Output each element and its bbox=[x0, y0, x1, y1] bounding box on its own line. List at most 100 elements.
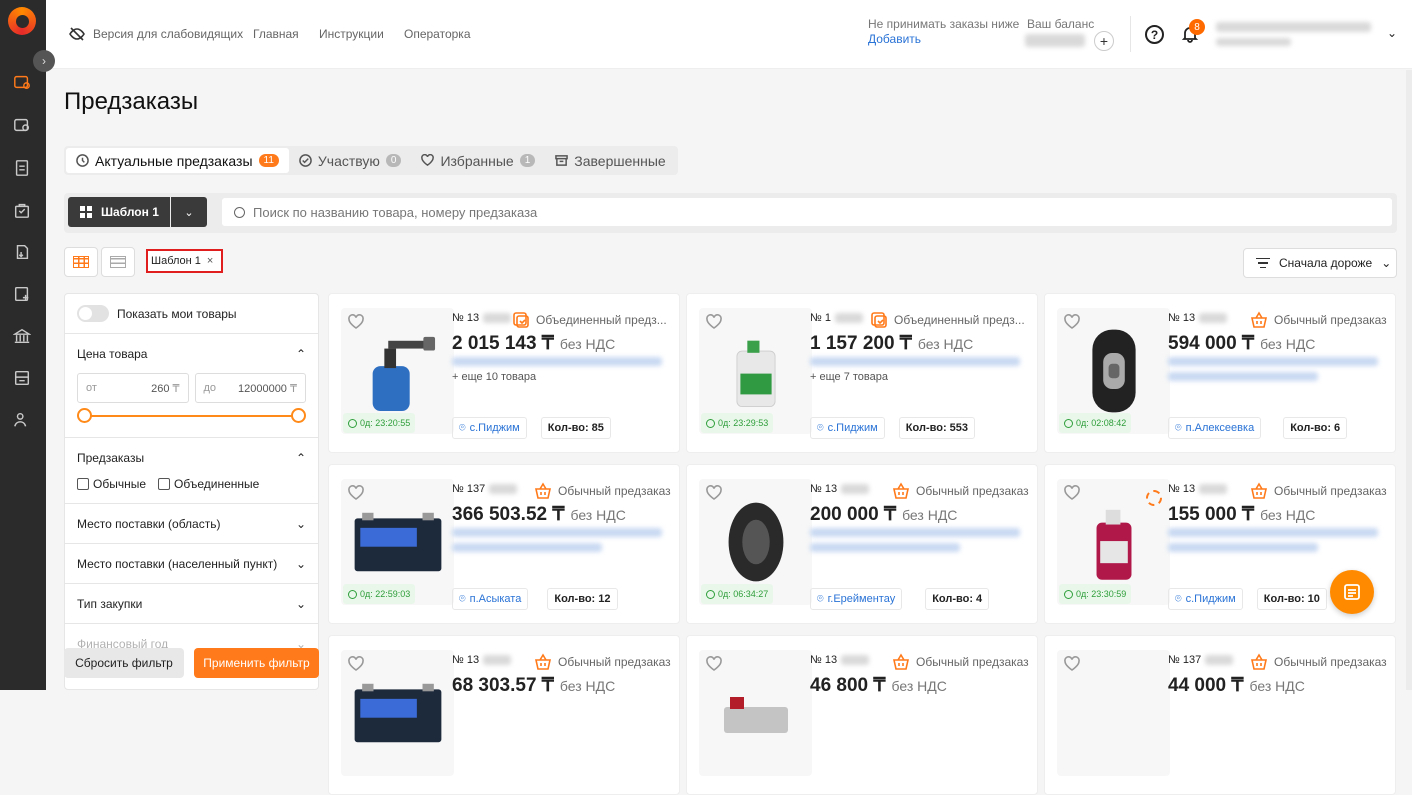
favorite-heart-icon[interactable] bbox=[1064, 314, 1080, 335]
tab-favorites[interactable]: Избранные 1 bbox=[411, 148, 545, 173]
preorder-card[interactable]: 0д: 23:29:53 № 1 Объединенный предз... 1… bbox=[686, 293, 1038, 453]
price-from-field[interactable]: от 260 ₸ bbox=[77, 373, 189, 403]
favorite-heart-icon[interactable] bbox=[348, 485, 364, 506]
favorite-heart-icon[interactable] bbox=[348, 314, 364, 335]
search-input[interactable] bbox=[253, 204, 1353, 220]
price-slider-min-handle[interactable] bbox=[77, 408, 92, 423]
delivery-region-filter[interactable]: Место поставки (область) ⌄ bbox=[65, 504, 318, 544]
nav-home-link[interactable]: Главная bbox=[253, 27, 299, 41]
favorite-heart-icon[interactable] bbox=[1064, 656, 1080, 677]
chevron-down-icon[interactable]: ⌄ bbox=[1387, 26, 1397, 40]
sidebar-item-users-icon[interactable] bbox=[12, 410, 32, 430]
more-products-label[interactable]: + еще 7 товара bbox=[810, 371, 888, 383]
tab-actual[interactable]: Актуальные предзаказы 11 bbox=[66, 148, 289, 173]
help-icon[interactable]: ? bbox=[1145, 25, 1164, 44]
preorder-type: Обычный предзаказ bbox=[1250, 482, 1387, 500]
preorder-card[interactable]: 0д: 06:34:27 № 13 Обычный предзаказ 200 … bbox=[686, 464, 1038, 624]
sidebar-item-add-icon[interactable] bbox=[12, 284, 32, 304]
favorite-heart-icon[interactable] bbox=[348, 656, 364, 677]
price-slider-max-handle[interactable] bbox=[291, 408, 306, 423]
accessibility-link[interactable]: Версия для слабовидящих bbox=[93, 27, 243, 41]
product-name-blurred[interactable] bbox=[1168, 528, 1378, 537]
list-view-button[interactable] bbox=[101, 247, 135, 277]
preorder-card[interactable]: № 13 Обычный предзаказ 46 800 ₸ без НДС bbox=[686, 635, 1038, 795]
favorite-heart-icon[interactable] bbox=[1064, 485, 1080, 506]
favorite-heart-icon[interactable] bbox=[706, 656, 722, 677]
preorder-card[interactable]: № 137 Обычный предзаказ 44 000 ₸ без НДС bbox=[1044, 635, 1396, 795]
check-circle-icon bbox=[299, 154, 312, 167]
price-to-field[interactable]: до 12000000 ₸ bbox=[194, 373, 306, 403]
preorder-card[interactable]: 0д: 23:20:55 № 13 Объединенный предз... … bbox=[328, 293, 680, 453]
user-name-blurred[interactable] bbox=[1216, 22, 1371, 32]
sidebar-collapse-button[interactable]: › bbox=[33, 50, 55, 72]
preorder-card[interactable]: 0д: 22:59:03 № 137 Обычный предзаказ 366… bbox=[328, 464, 680, 624]
tab-participating[interactable]: Участвую 0 bbox=[289, 148, 412, 173]
product-name-blurred[interactable] bbox=[810, 528, 1020, 537]
preorder-type: Объединенный предз... bbox=[870, 311, 1025, 329]
sort-select[interactable]: Сначала дороже ⌄ bbox=[1243, 248, 1397, 278]
grid-view-button[interactable] bbox=[64, 247, 98, 277]
price-slider[interactable] bbox=[77, 403, 306, 429]
preorder-card[interactable]: № 13 Обычный предзаказ 68 303.57 ₸ без НД… bbox=[328, 635, 680, 795]
sidebar-item-warehouse-icon[interactable] bbox=[12, 368, 32, 388]
close-icon[interactable]: × bbox=[207, 255, 213, 267]
price-filter: Цена товара ⌃ от 260 ₸ до 12000000 ₸ bbox=[65, 334, 318, 438]
quantity-badge: Кол-во: 553 bbox=[898, 417, 976, 439]
price-filter-header[interactable]: Цена товара ⌃ bbox=[77, 334, 306, 373]
price-value: 44 000 ₸ bbox=[1168, 675, 1244, 696]
location-badge[interactable]: ⌾ г.Ерейментау bbox=[810, 588, 903, 610]
min-order-label: Не принимать заказы ниже bbox=[868, 17, 1020, 31]
show-my-products-toggle[interactable] bbox=[77, 305, 109, 322]
scrollbar[interactable] bbox=[1406, 70, 1412, 690]
reset-filter-button[interactable]: Сбросить фильтр bbox=[64, 648, 184, 678]
sidebar-item-orders-icon[interactable] bbox=[12, 115, 32, 135]
sidebar-item-bank-icon[interactable] bbox=[12, 326, 32, 346]
vat-label: без НДС bbox=[1249, 678, 1305, 694]
add-min-order-link[interactable]: Добавить bbox=[868, 32, 921, 46]
filter-label: Место поставки (населенный пункт) bbox=[77, 556, 278, 571]
location-badge[interactable]: ⌾ с.Пиджим bbox=[810, 417, 885, 439]
product-name-blurred[interactable] bbox=[452, 357, 662, 366]
product-name-blurred-2[interactable] bbox=[1168, 543, 1318, 552]
sidebar-item-returns-icon[interactable] bbox=[12, 242, 32, 262]
more-products-label[interactable]: + еще 10 товара bbox=[452, 371, 536, 383]
template-dropdown-button[interactable]: ⌄ bbox=[171, 197, 207, 227]
location-badge[interactable]: ⌾ с.Пиджим bbox=[1168, 588, 1243, 610]
search-box[interactable] bbox=[222, 198, 1392, 226]
timer-badge: 0д: 23:20:55 bbox=[343, 413, 416, 433]
eye-off-icon[interactable] bbox=[69, 26, 85, 47]
product-name-blurred[interactable] bbox=[810, 357, 1020, 366]
logo[interactable] bbox=[8, 7, 36, 35]
sidebar-item-bag-icon[interactable] bbox=[12, 200, 32, 220]
nav-operator-link[interactable]: Операторка bbox=[404, 27, 471, 41]
top-up-button[interactable]: + bbox=[1094, 31, 1114, 51]
sidebar-item-preorders-icon[interactable] bbox=[12, 72, 32, 92]
sidebar-item-documents-icon[interactable] bbox=[12, 158, 32, 178]
preorders-filter-label: Предзаказы bbox=[77, 450, 145, 465]
checkbox-combined[interactable]: Объединенные bbox=[158, 477, 259, 491]
nav-instructions-link[interactable]: Инструкции bbox=[319, 27, 384, 41]
checkbox-box[interactable] bbox=[158, 478, 171, 490]
preorder-card[interactable]: 0д: 02:08:42 № 13 Обычный предзаказ 594 … bbox=[1044, 293, 1396, 453]
chat-button[interactable] bbox=[1330, 570, 1374, 614]
product-name-blurred-2[interactable] bbox=[452, 543, 602, 552]
location-badge[interactable]: ⌾ с.Пиджим bbox=[452, 417, 527, 439]
product-name-blurred[interactable] bbox=[452, 528, 662, 537]
template-button[interactable]: Шаблон 1 bbox=[68, 197, 170, 227]
tab-completed[interactable]: Завершенные bbox=[545, 148, 675, 173]
location-badge[interactable]: ⌾ п.Асыката bbox=[452, 588, 529, 610]
tab-label: Завершенные bbox=[574, 152, 666, 169]
basket-icon bbox=[1251, 482, 1267, 499]
product-name-blurred-2[interactable] bbox=[1168, 372, 1318, 381]
purchase-type-filter[interactable]: Тип закупки ⌄ bbox=[65, 584, 318, 624]
preorders-filter-header[interactable]: Предзаказы ⌃ bbox=[77, 438, 306, 477]
checkbox-regular[interactable]: Обычные bbox=[77, 477, 146, 491]
product-name-blurred-2[interactable] bbox=[810, 543, 960, 552]
favorite-heart-icon[interactable] bbox=[706, 314, 722, 335]
favorite-heart-icon[interactable] bbox=[706, 485, 722, 506]
location-badge[interactable]: ⌾ п.Алексеевка bbox=[1168, 417, 1262, 439]
apply-filter-button[interactable]: Применить фильтр bbox=[194, 648, 319, 678]
product-name-blurred[interactable] bbox=[1168, 357, 1378, 366]
delivery-settlement-filter[interactable]: Место поставки (населенный пункт) ⌄ bbox=[65, 544, 318, 584]
checkbox-box[interactable] bbox=[77, 478, 89, 490]
